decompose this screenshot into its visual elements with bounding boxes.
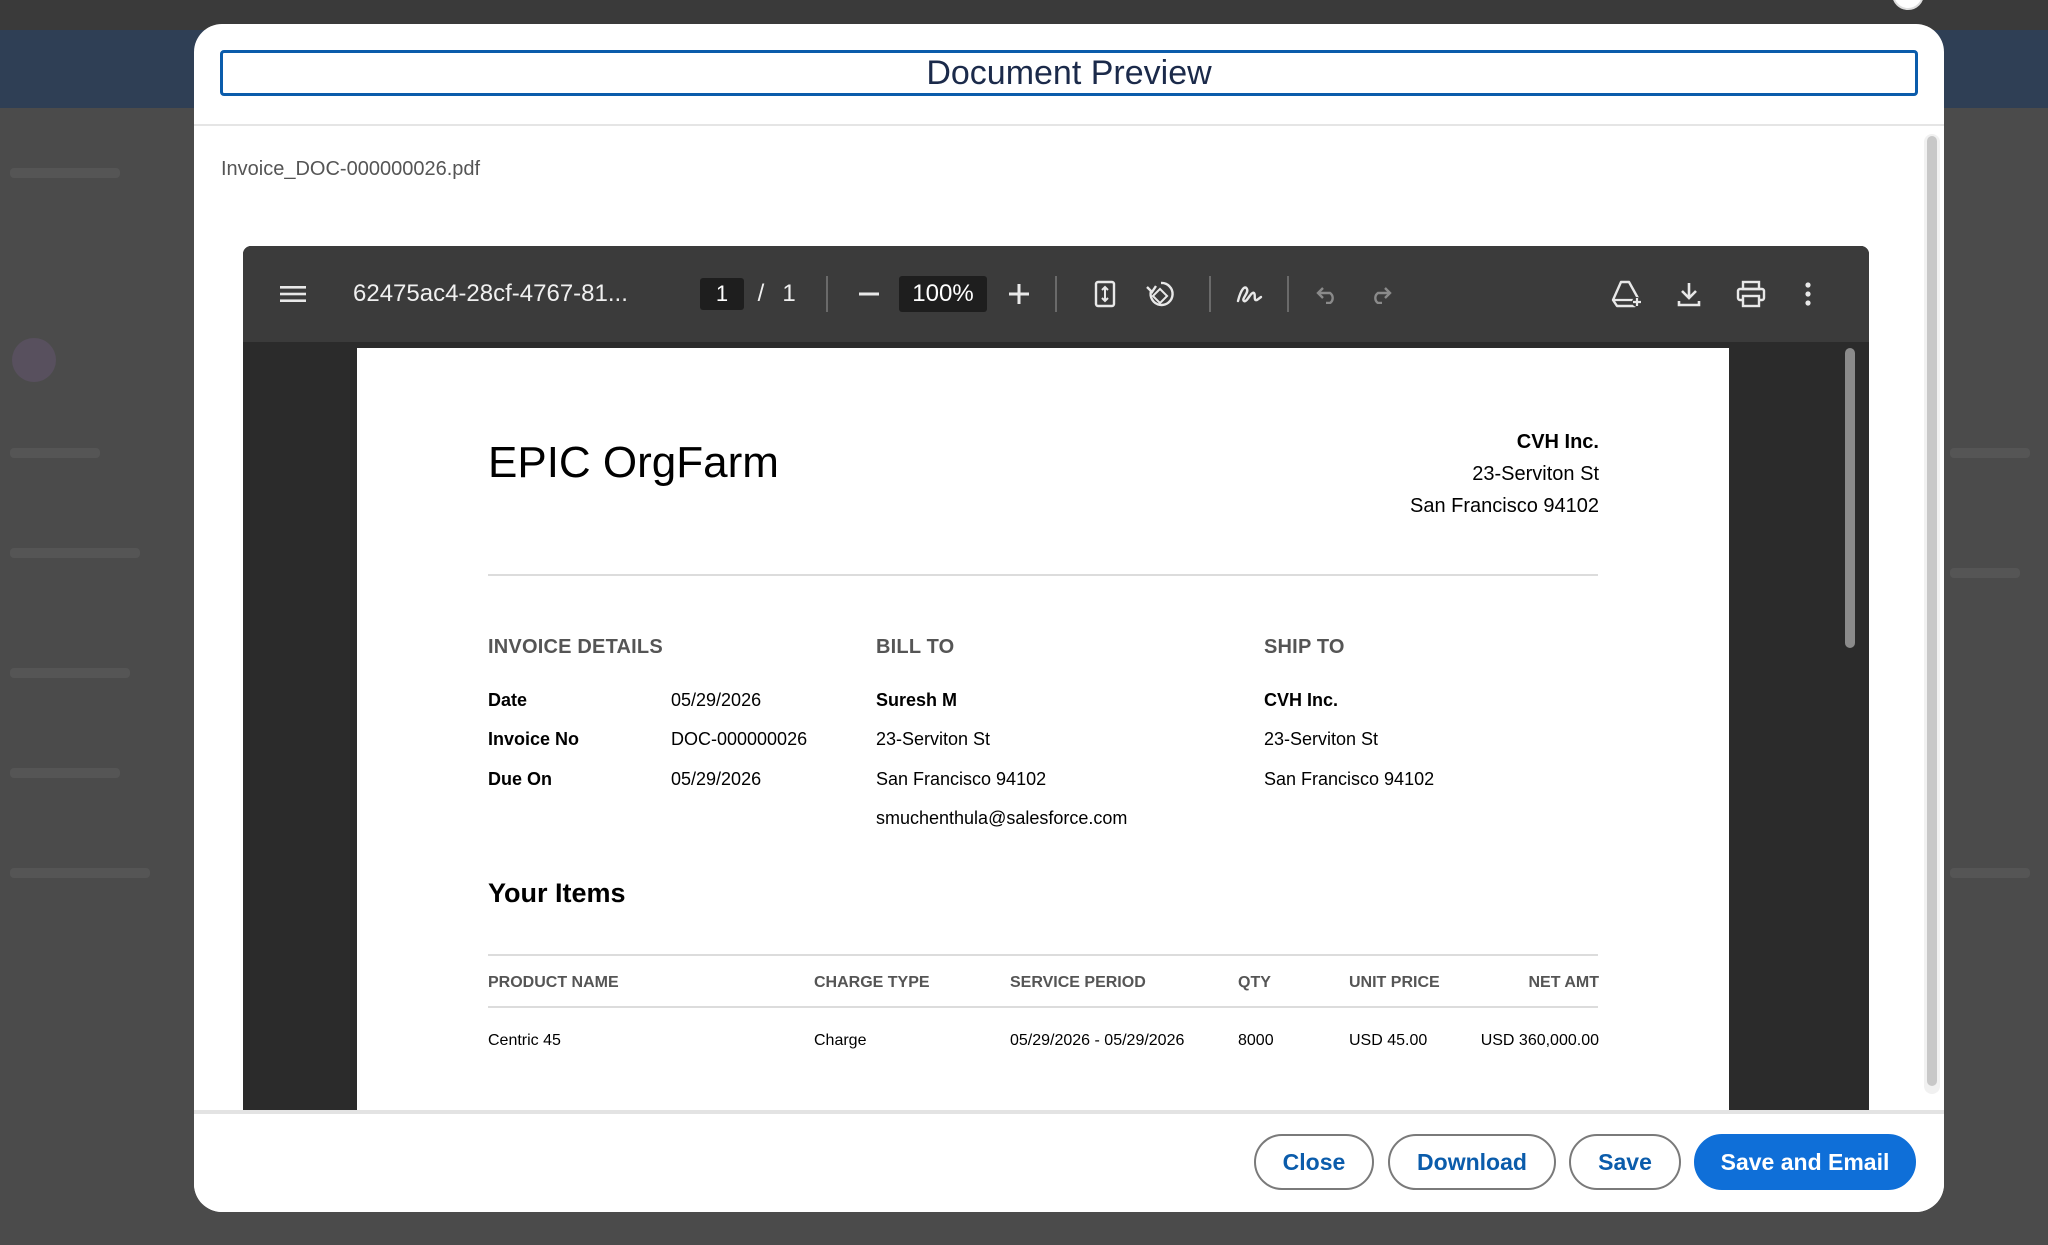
- close-button[interactable]: Close: [1254, 1134, 1374, 1190]
- modal-title-box: Document Preview: [220, 50, 1918, 96]
- background-placeholder: [10, 448, 100, 458]
- page-number-input[interactable]: 1: [700, 278, 744, 310]
- background-placeholder: [10, 668, 130, 678]
- background-avatar: [12, 338, 56, 382]
- toolbar-divider: [1209, 276, 1211, 312]
- modal-scrollbar[interactable]: [1924, 134, 1940, 1094]
- seller-name: CVH Inc.: [1516, 431, 1599, 453]
- due-on-value: 05/29/2026: [671, 769, 762, 789]
- date-value: 05/29/2026: [671, 690, 762, 710]
- column-header-net-amt: NET AMT: [1528, 974, 1599, 991]
- modal-footer: Close Download Save Save and Email: [194, 1110, 1944, 1212]
- invoice-no-value: DOC-000000026: [671, 729, 808, 749]
- cell-service-period: 05/29/2026 - 05/29/2026: [1010, 1032, 1185, 1049]
- seller-city: San Francisco 94102: [1409, 495, 1599, 517]
- bill-to-name: Suresh M: [876, 690, 958, 710]
- bill-to-street: 23-Serviton St: [876, 729, 991, 749]
- draw-icon[interactable]: [1227, 246, 1271, 342]
- fit-page-icon[interactable]: [1085, 246, 1125, 342]
- column-header-product: PRODUCT NAME: [488, 974, 619, 991]
- background-placeholder: [10, 868, 150, 878]
- download-icon[interactable]: [1667, 246, 1711, 342]
- pdf-toolbar: 62475ac4-28cf-4767-81... 1 / 1 100%: [243, 246, 1869, 342]
- zoom-level-input[interactable]: 100%: [899, 276, 987, 312]
- background-placeholder: [1950, 868, 2030, 878]
- bill-to-city: San Francisco 94102: [876, 769, 1047, 789]
- drive-add-icon[interactable]: [1605, 246, 1649, 342]
- toolbar-divider: [826, 276, 828, 312]
- table-header-divider: [488, 1006, 1598, 1008]
- column-header-qty: QTY: [1238, 974, 1271, 991]
- column-header-service-period: SERVICE PERIOD: [1010, 974, 1146, 991]
- pdf-scrollbar-thumb[interactable]: [1845, 348, 1855, 648]
- print-icon[interactable]: [1729, 246, 1773, 342]
- column-header-charge-type: CHARGE TYPE: [814, 974, 930, 991]
- background-placeholder: [10, 768, 120, 778]
- toolbar-divider: [1055, 276, 1057, 312]
- redo-icon[interactable]: [1361, 246, 1401, 342]
- pdf-scrollbar[interactable]: [1843, 346, 1857, 1116]
- undo-icon[interactable]: [1307, 246, 1347, 342]
- bill-to-email: smuchenthula@salesforce.com: [876, 808, 1128, 828]
- ship-to-city: San Francisco 94102: [1264, 769, 1435, 789]
- cell-qty: 8000: [1238, 1032, 1274, 1049]
- company-name: EPIC OrgFarm: [488, 438, 779, 487]
- background-placeholder: [1950, 448, 2030, 458]
- toolbar-divider: [1287, 276, 1289, 312]
- total-pages: 1: [782, 280, 796, 307]
- background-placeholder: [10, 168, 120, 178]
- cell-net-amt: USD 360,000.00: [1480, 1032, 1599, 1049]
- plus-icon[interactable]: [999, 246, 1039, 342]
- pdf-document-title: 62475ac4-28cf-4767-81...: [353, 280, 628, 307]
- ship-to-heading: SHIP TO: [1264, 636, 1345, 658]
- modal-title: Document Preview: [926, 53, 1212, 92]
- modal-header: Document Preview: [194, 24, 1944, 126]
- minus-icon[interactable]: [849, 246, 889, 342]
- modal-scrollbar-thumb[interactable]: [1927, 136, 1937, 1086]
- seller-street: 23-Serviton St: [1472, 463, 1599, 485]
- pdf-viewer: 62475ac4-28cf-4767-81... 1 / 1 100% EPIC…: [243, 246, 1869, 1118]
- background-placeholder: [1950, 568, 2020, 578]
- seller-address: CVH Inc. 23-Serviton St San Francisco 94…: [1410, 426, 1599, 522]
- cell-product: Centric 45: [488, 1032, 561, 1049]
- ship-to-name: CVH Inc.: [1264, 690, 1339, 710]
- invoice-details-heading: INVOICE DETAILS: [488, 636, 663, 658]
- page-separator: /: [757, 280, 765, 307]
- invoice-no-label: Invoice No: [488, 729, 580, 749]
- due-on-label: Due On: [488, 769, 553, 789]
- document-preview-modal: Document Preview Invoice_DOC-000000026.p…: [194, 24, 1944, 1212]
- cell-charge-type: Charge: [814, 1032, 867, 1049]
- download-button[interactable]: Download: [1388, 1134, 1556, 1190]
- menu-icon[interactable]: [271, 246, 315, 342]
- ship-to-street: 23-Serviton St: [1264, 729, 1379, 749]
- your-items-heading: Your Items: [488, 878, 626, 908]
- save-button[interactable]: Save: [1569, 1134, 1681, 1190]
- modal-body: Invoice_DOC-000000026.pdf 62475ac4-28cf-…: [194, 126, 1944, 1118]
- rotate-icon[interactable]: [1139, 246, 1183, 342]
- pdf-page: EPIC OrgFarm CVH Inc. 23-Serviton St San…: [357, 348, 1729, 1118]
- header-divider: [488, 574, 1598, 576]
- save-and-email-button[interactable]: Save and Email: [1694, 1134, 1916, 1190]
- cell-unit-price: USD 45.00: [1349, 1032, 1428, 1049]
- table-top-divider: [488, 954, 1598, 956]
- background-placeholder: [10, 548, 140, 558]
- file-name: Invoice_DOC-000000026.pdf: [221, 158, 481, 180]
- bill-to-heading: BILL TO: [876, 636, 955, 658]
- date-label: Date: [488, 690, 528, 710]
- column-header-unit-price: UNIT PRICE: [1349, 974, 1440, 991]
- more-vert-icon[interactable]: [1793, 246, 1823, 342]
